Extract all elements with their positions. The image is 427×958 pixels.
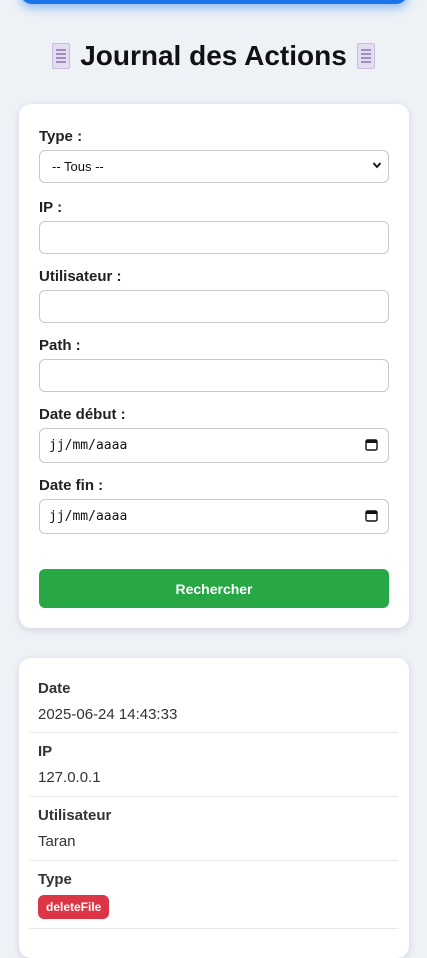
- path-label: Path :: [39, 337, 81, 354]
- user-value: Taran: [38, 833, 76, 850]
- type-select-value: -- Tous --: [52, 159, 104, 174]
- divider: [29, 796, 398, 797]
- date-start-placeholder: jj/mm/aaaa: [49, 438, 128, 453]
- date-start-label: Date début :: [39, 406, 126, 423]
- calendar-icon[interactable]: [365, 509, 378, 522]
- path-input[interactable]: [39, 359, 389, 392]
- date-start-input[interactable]: jj/mm/aaaa: [39, 428, 389, 463]
- divider: [29, 860, 398, 861]
- page-title-text: Journal des Actions: [80, 40, 347, 71]
- user-label: Utilisateur :: [39, 268, 122, 285]
- top-nav-bar: [20, 0, 408, 4]
- type-select[interactable]: -- Tous --: [39, 150, 389, 183]
- search-button[interactable]: Rechercher: [39, 569, 389, 608]
- type-label: Type :: [39, 128, 83, 145]
- calendar-icon[interactable]: [365, 438, 378, 451]
- date-value: 2025-06-24 14:43:33: [38, 706, 178, 723]
- date-end-label: Date fin :: [39, 477, 104, 494]
- scroll-icon: [356, 43, 375, 69]
- user-input[interactable]: [39, 290, 389, 323]
- ip-label: IP :: [39, 199, 63, 216]
- divider: [29, 928, 398, 929]
- result-card: Date 2025-06-24 14:43:33 IP 127.0.0.1 Ut…: [19, 658, 409, 958]
- page-title: Journal des Actions: [0, 40, 427, 72]
- ip-label: IP: [38, 743, 53, 760]
- filter-form: Type : -- Tous -- IP : Utilisateur : Pat…: [19, 104, 409, 628]
- date-end-placeholder: jj/mm/aaaa: [49, 509, 128, 524]
- ip-input[interactable]: [39, 221, 389, 254]
- user-label: Utilisateur: [38, 807, 112, 824]
- date-label: Date: [38, 680, 71, 697]
- date-end-input[interactable]: jj/mm/aaaa: [39, 499, 389, 534]
- ip-value: 127.0.0.1: [38, 769, 101, 786]
- divider: [29, 732, 398, 733]
- type-badge: deleteFile: [38, 895, 110, 919]
- chevron-down-icon: [372, 162, 382, 169]
- scroll-icon: [52, 43, 71, 69]
- type-label: Type: [38, 871, 72, 888]
